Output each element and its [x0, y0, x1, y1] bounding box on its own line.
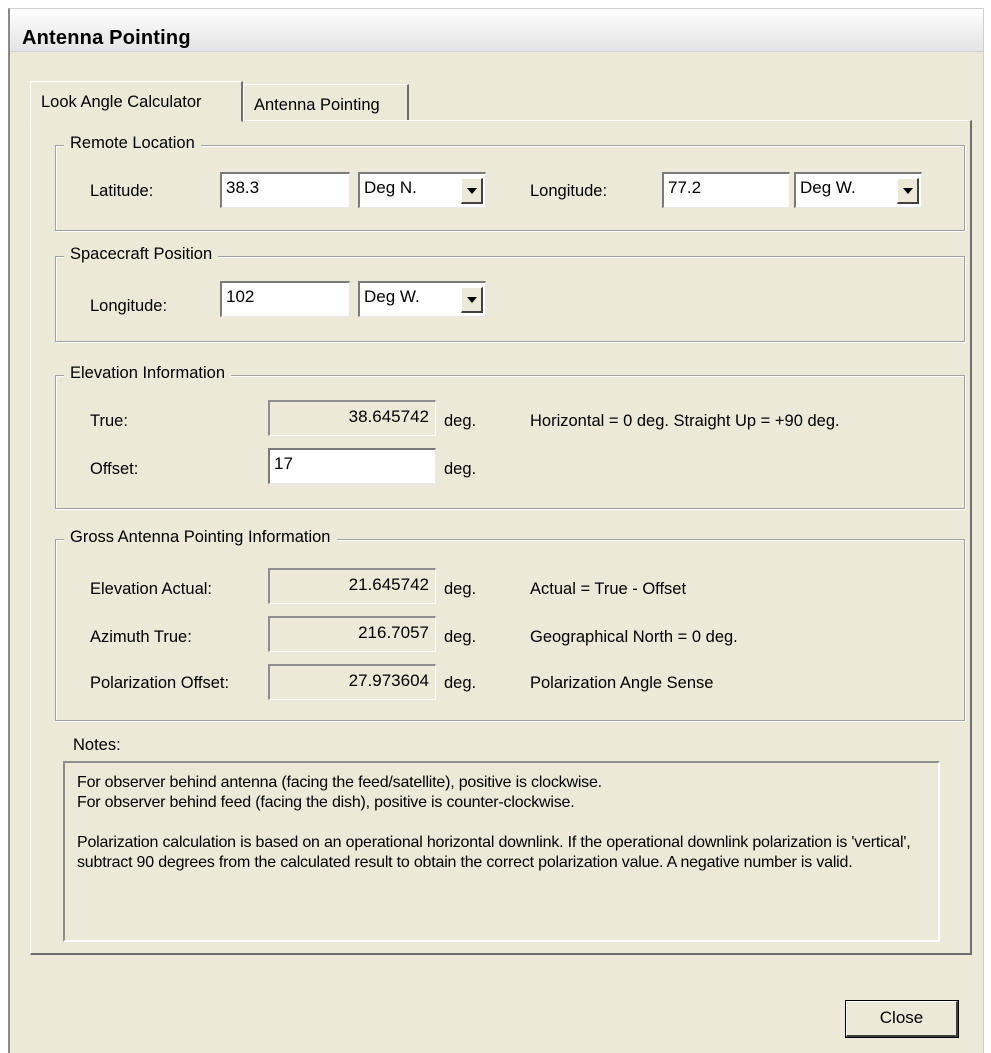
notes-line: For observer behind antenna (facing the …	[77, 774, 602, 791]
elevation-actual-label: Elevation Actual:	[90, 580, 212, 598]
gross-antenna-pointing-group: Gross Antenna Pointing Information Eleva…	[55, 528, 965, 721]
remote-longitude-input[interactable]: 77.2	[662, 172, 790, 208]
polarization-offset-label: Polarization Offset:	[90, 674, 230, 692]
antenna-pointing-window: Antenna Pointing Look Angle Calculator A…	[8, 8, 984, 1053]
azimuth-true-value: 216.7057	[268, 616, 436, 652]
tab-antenna-pointing[interactable]: Antenna Pointing	[243, 84, 409, 120]
latitude-hemisphere-value: Deg N.	[364, 178, 417, 197]
spacecraft-position-legend: Spacecraft Position	[64, 245, 219, 264]
elevation-information-legend: Elevation Information	[64, 364, 232, 383]
notes-line: For observer behind feed (facing the dis…	[77, 794, 575, 811]
spacecraft-longitude-input[interactable]: 102	[220, 281, 350, 317]
true-elevation-unit: deg.	[444, 412, 477, 430]
azimuth-true-unit: deg.	[444, 628, 477, 646]
notes-paragraph: Polarization calculation is based on an …	[77, 834, 911, 871]
gross-antenna-pointing-legend: Gross Antenna Pointing Information	[64, 528, 337, 547]
remote-longitude-hemisphere-value: Deg W.	[800, 178, 856, 197]
elevation-information-group: Elevation Information True: 38.645742 de…	[55, 364, 965, 509]
azimuth-true-note: Geographical North = 0 deg.	[530, 628, 738, 646]
notes-label: Notes:	[73, 736, 121, 754]
tab-panel-look-angle: Remote Location Latitude: 38.3 Deg N. Lo…	[30, 120, 972, 955]
chevron-down-icon[interactable]	[897, 178, 919, 204]
elevation-reference-note: Horizontal = 0 deg. Straight Up = +90 de…	[530, 412, 840, 430]
latitude-hemisphere-select[interactable]: Deg N.	[358, 172, 486, 208]
spacecraft-longitude-hemisphere-value: Deg W.	[364, 287, 420, 306]
polarization-offset-value: 27.973604	[268, 664, 436, 700]
offset-input[interactable]: 17	[268, 448, 436, 484]
spacecraft-longitude-hemisphere-select[interactable]: Deg W.	[358, 281, 486, 317]
window-title: Antenna Pointing	[22, 27, 191, 49]
remote-location-legend: Remote Location	[64, 134, 201, 153]
tab-look-angle-calculator[interactable]: Look Angle Calculator	[30, 81, 243, 122]
latitude-label: Latitude:	[90, 182, 154, 200]
true-elevation-value: 38.645742	[268, 400, 436, 436]
notes-text-box[interactable]: For observer behind antenna (facing the …	[63, 761, 940, 942]
remote-location-group: Remote Location Latitude: 38.3 Deg N. Lo…	[55, 134, 965, 231]
polarization-offset-note: Polarization Angle Sense	[530, 674, 714, 692]
offset-label: Offset:	[90, 460, 139, 478]
spacecraft-longitude-label: Longitude:	[90, 297, 168, 315]
close-button[interactable]: Close	[845, 1000, 959, 1038]
chevron-down-icon[interactable]	[461, 287, 483, 313]
remote-longitude-hemisphere-select[interactable]: Deg W.	[794, 172, 922, 208]
true-elevation-label: True:	[90, 412, 128, 430]
chevron-down-icon[interactable]	[461, 178, 483, 204]
offset-unit: deg.	[444, 460, 477, 478]
remote-longitude-label: Longitude:	[530, 182, 608, 200]
spacecraft-position-group: Spacecraft Position Longitude: 102 Deg W…	[55, 245, 965, 342]
polarization-offset-unit: deg.	[444, 674, 477, 692]
azimuth-true-label: Azimuth True:	[90, 628, 192, 646]
latitude-input[interactable]: 38.3	[220, 172, 350, 208]
elevation-actual-note: Actual = True - Offset	[530, 580, 687, 598]
elevation-actual-value: 21.645742	[268, 568, 436, 604]
elevation-actual-unit: deg.	[444, 580, 477, 598]
title-bar[interactable]: Antenna Pointing	[10, 9, 983, 52]
